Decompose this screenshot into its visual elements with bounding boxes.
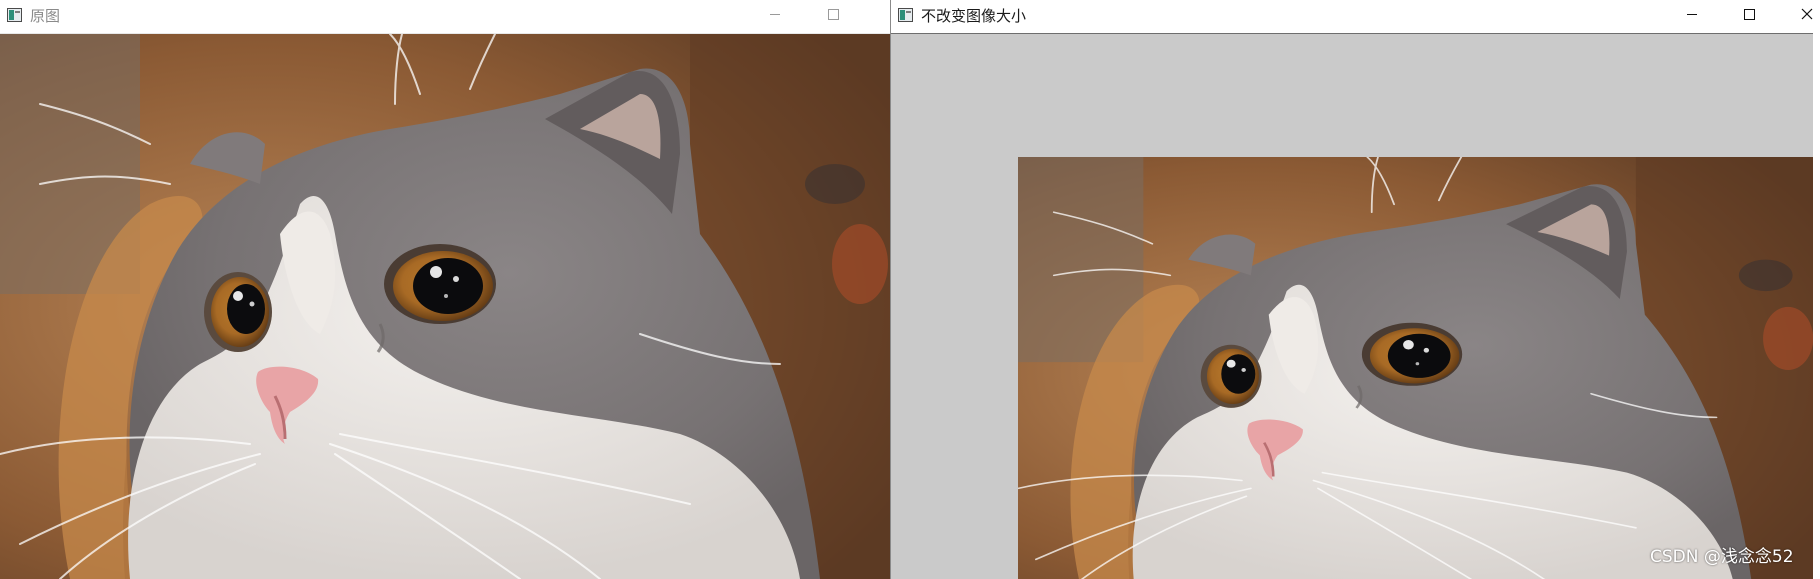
minimize-icon bbox=[770, 13, 780, 15]
minimize-button[interactable] bbox=[1669, 0, 1715, 27]
minimize-icon bbox=[1687, 13, 1697, 15]
maximize-icon bbox=[828, 8, 839, 20]
cat-photo-translated bbox=[1018, 157, 1815, 579]
window-translated: 不改变图像大小 bbox=[890, 0, 1820, 579]
screen-edge bbox=[1813, 0, 1820, 579]
image-viewport bbox=[891, 34, 1820, 579]
window-original: 原图 bbox=[0, 0, 890, 579]
app-icon bbox=[7, 8, 22, 22]
cat-photo-original bbox=[0, 34, 890, 579]
window-title: 原图 bbox=[30, 7, 61, 25]
window-title: 不改变图像大小 bbox=[921, 7, 1027, 25]
minimize-button[interactable] bbox=[752, 0, 798, 27]
watermark: CSDN @浅念念52 bbox=[1650, 547, 1794, 567]
maximize-button[interactable] bbox=[1726, 0, 1772, 27]
maximize-icon bbox=[1744, 8, 1755, 20]
app-icon bbox=[898, 8, 913, 22]
titlebar[interactable]: 不改变图像大小 bbox=[891, 0, 1820, 34]
maximize-button[interactable] bbox=[810, 0, 856, 27]
close-icon bbox=[1801, 8, 1813, 19]
image-viewport bbox=[0, 34, 890, 579]
titlebar[interactable]: 原图 bbox=[0, 0, 890, 34]
